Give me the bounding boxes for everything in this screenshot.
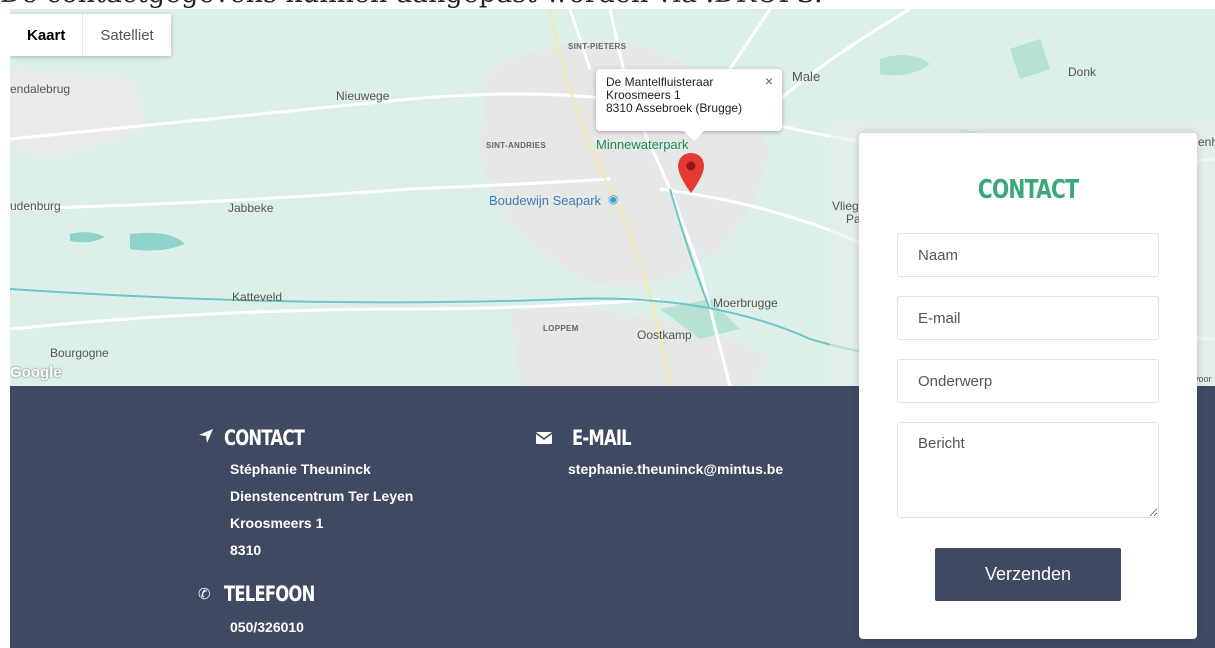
map-info-window: De Mantelfluisteraar Kroosmeers 1 8310 A…: [596, 69, 782, 141]
footer-contact-block: Contact Stéphanie Theuninck Dienstencent…: [198, 426, 413, 564]
map-label: Nieuwege: [336, 89, 390, 103]
map-label: Donk: [1068, 65, 1097, 79]
map-label: Bourgogne: [50, 346, 109, 360]
send-button[interactable]: Verzenden: [935, 548, 1121, 601]
map-label: Male: [792, 69, 821, 84]
footer-phone-heading: Telefoon: [224, 582, 315, 606]
map-label: Vlieg: [832, 199, 859, 213]
phone-number: 050/326010: [230, 619, 304, 635]
map-label: endalebrug: [10, 82, 71, 96]
info-window-address-line: 8310 Assebroek (Brugge): [606, 101, 743, 115]
map-label: udenburg: [10, 199, 61, 213]
message-textarea[interactable]: [897, 422, 1159, 518]
contact-form-heading: Contact: [977, 175, 1079, 205]
info-window-close-button[interactable]: ×: [765, 74, 773, 88]
location-arrow-icon: [198, 428, 224, 449]
name-input[interactable]: [897, 233, 1159, 277]
footer-contact-heading: Contact: [224, 426, 305, 450]
seapark-icon: ◉: [608, 192, 619, 206]
email-input[interactable]: [897, 296, 1159, 340]
contact-name: Stéphanie Theuninck: [230, 461, 371, 477]
map-label: Moerbrugge: [713, 296, 778, 310]
map-label: Jabbeke: [228, 201, 274, 215]
map-label: SINT-PIETERS: [568, 42, 627, 51]
footer-email-block: E-mail stephanie.theuninck@mintus.be: [535, 426, 783, 483]
footer-email-heading: E-mail: [572, 426, 632, 450]
contact-form-card: Contact Verzenden: [859, 133, 1197, 639]
footer-phone-block: ✆ Telefoon 050/326010: [198, 582, 340, 641]
contact-postcode: 8310: [230, 542, 262, 558]
map-type-map-button[interactable]: Kaart: [10, 14, 84, 56]
subject-input[interactable]: [897, 359, 1159, 403]
map-label: Katteveld: [232, 290, 283, 304]
map-marker-icon[interactable]: [678, 153, 704, 193]
map-label: SINT-ANDRIES: [486, 141, 547, 150]
phone-icon: ✆: [198, 586, 211, 603]
map-label: LOPPEM: [543, 324, 579, 333]
map-type-control: Kaart Satelliet: [10, 14, 171, 56]
map-label: Oostkamp: [637, 328, 692, 342]
google-logo: Google: [10, 364, 62, 381]
map-label: enh: [1198, 135, 1215, 149]
envelope-icon: [535, 428, 562, 449]
map-type-satellite-button[interactable]: Satelliet: [83, 14, 171, 56]
contact-organisation: Dienstencentrum Ter Leyen: [230, 488, 414, 504]
email-link[interactable]: stephanie.theuninck@mintus.be: [568, 456, 783, 483]
map-label: Minnewaterpark: [596, 137, 689, 152]
map-label: Boudewijn Seapark: [489, 193, 602, 208]
contact-street: Kroosmeers 1: [230, 515, 324, 531]
